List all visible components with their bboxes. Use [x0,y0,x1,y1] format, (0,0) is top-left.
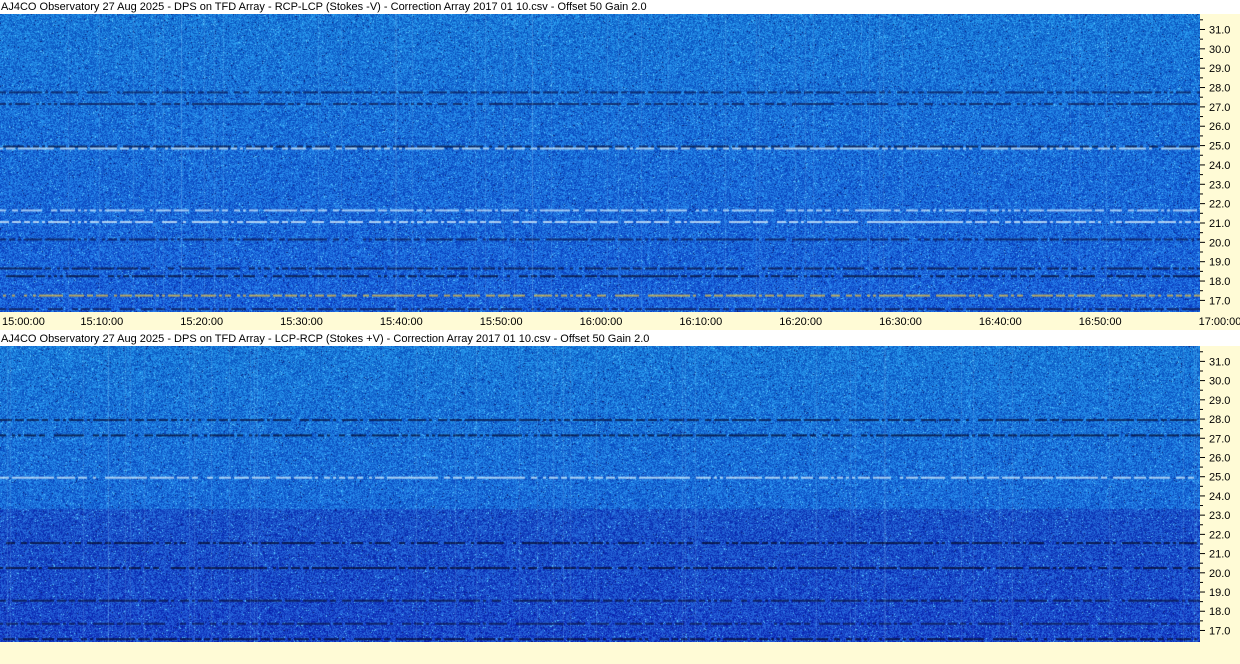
y-tick-label: 24.0 [1209,160,1230,172]
y-tick-label: 23.0 [1209,179,1230,191]
y-tick-label: 28.0 [1209,414,1230,426]
time-axis-svg [0,642,1240,664]
y-tick-label: 31.0 [1209,24,1230,36]
y-tick-label: 25.0 [1209,472,1230,484]
x-tick-label: 16:50:00 [1079,316,1122,328]
y-tick-label: 26.0 [1209,452,1230,464]
frequency-axis-svg: 31.0 30.0 29.0 28.0 27.0 26.0 25.0 24.0 23.0 22.0… [1200,351,1230,637]
panel-rcp-lcp: AJ4CO Observatory 27 Aug 2025 - DPS on T… [0,0,1240,330]
x-tick-label: 15:30:00 [280,316,323,328]
spectrogram-heatmap [0,14,1200,312]
x-tick-label: 16:00:00 [580,316,623,328]
y-tick-label: 27.0 [1209,102,1230,114]
y-tick-label: 18.0 [1209,276,1230,288]
x-tick-label: 16:30:00 [879,316,922,328]
y-tick-label: 30.0 [1209,44,1230,56]
y-tick-label: 21.0 [1209,549,1230,561]
y-tick-label: 20.0 [1209,237,1230,249]
x-tick-label: 15:20:00 [180,316,223,328]
x-tick-label: 16:40:00 [979,316,1022,328]
y-tick-label: 22.0 [1209,529,1230,541]
y-tick-label: 20.0 [1209,568,1230,580]
y-tick-label: 29.0 [1209,63,1230,75]
y-tick-label: 27.0 [1209,433,1230,445]
panel-lcp-rcp: AJ4CO Observatory 27 Aug 2025 - DPS on T… [0,332,1240,664]
time-axis-svg: 15:00:00 15:10:00 15:20:00 15:30:00 15:40:00… [2,316,1240,328]
y-tick-label: 19.0 [1209,587,1230,599]
x-tick-label: 16:20:00 [779,316,822,328]
x-tick-label: 17:00:00 [1199,316,1240,328]
x-tick-label: 16:10:00 [679,316,722,328]
y-tick-label: 22.0 [1209,199,1230,211]
y-tick-label: 17.0 [1209,295,1230,307]
x-tick-label: 15:50:00 [480,316,523,328]
y-tick-label: 30.0 [1209,376,1230,388]
spectrogram-heatmap [0,346,1200,642]
y-tick-label: 21.0 [1209,218,1230,230]
y-tick-label: 23.0 [1209,510,1230,522]
y-tick-label: 26.0 [1209,121,1230,133]
spectrogram-window: AJ4CO Observatory 27 Aug 2025 - DPS on T… [0,0,1240,664]
y-tick-label: 31.0 [1209,356,1230,368]
frequency-axis: 31.0 30.0 29.0 28.0 27.0 26.0 25.0 24.0 23.0 22.0… [1200,346,1240,642]
x-tick-label: 15:40:00 [380,316,423,328]
y-tick-label: 18.0 [1209,606,1230,618]
y-tick-label: 19.0 [1209,257,1230,269]
frequency-axis-svg: 31.0 30.0 29.0 28.0 27.0 26.0 25.0 24.0 23.0 22.0… [1200,19,1230,307]
time-axis: 15:00:00 15:10:00 15:20:00 15:30:00 15:40:00… [0,312,1240,330]
frequency-axis: 31.0 30.0 29.0 28.0 27.0 26.0 25.0 24.0 23.0 22.0… [1200,14,1240,312]
y-tick-label: 24.0 [1209,491,1230,503]
time-axis [0,642,1240,664]
panel-title: AJ4CO Observatory 27 Aug 2025 - DPS on T… [0,0,1240,14]
panel-title: AJ4CO Observatory 27 Aug 2025 - DPS on T… [0,332,1240,346]
y-tick-label: 29.0 [1209,395,1230,407]
x-tick-label: 15:00:00 [2,316,45,328]
y-tick-label: 17.0 [1209,625,1230,637]
x-tick-label: 15:10:00 [80,316,123,328]
y-tick-label: 28.0 [1209,83,1230,95]
y-tick-label: 25.0 [1209,141,1230,153]
